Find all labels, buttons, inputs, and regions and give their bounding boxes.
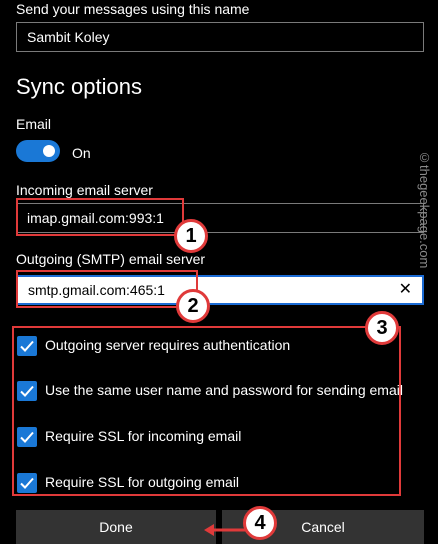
clear-icon[interactable]: ✕ [399, 277, 412, 303]
annotation-badge-3: 3 [365, 311, 399, 345]
email-sync-toggle[interactable] [16, 140, 60, 162]
checkbox-checked[interactable] [17, 427, 37, 447]
email-label: Email [16, 116, 52, 132]
outgoing-server-label: Outgoing (SMTP) email server [16, 251, 206, 267]
checkmark-icon [20, 340, 34, 352]
option-label: Require SSL for incoming email [45, 428, 242, 444]
outgoing-annotation-box [16, 270, 198, 308]
incoming-annotation-box [16, 198, 184, 236]
checkbox-checked[interactable] [17, 336, 37, 356]
checkmark-icon [20, 431, 34, 443]
email-toggle-state: On [72, 145, 91, 161]
option-label: Require SSL for outgoing email [45, 474, 240, 490]
account-name-label: Send your messages using this name [16, 1, 250, 17]
toggle-knob [43, 145, 55, 157]
checkmark-icon [20, 477, 34, 489]
annotation-badge-2: 2 [176, 289, 210, 323]
checkbox-checked[interactable] [17, 473, 37, 493]
sync-options-heading: Sync options [16, 74, 142, 99]
annotation-badge-1: 1 [174, 219, 208, 253]
checkbox-checked[interactable] [17, 381, 37, 401]
incoming-server-label: Incoming email server [16, 182, 153, 198]
watermark-text: ©thegeekpage.com [417, 150, 432, 269]
annotation-badge-4: 4 [243, 506, 277, 540]
account-name-field[interactable]: Sambit Koley [16, 22, 424, 52]
option-label: Outgoing server requires authentication [45, 337, 291, 353]
option-label: Use the same user name and password for … [45, 382, 403, 398]
done-button[interactable]: Done [16, 510, 216, 544]
checkmark-icon [20, 385, 34, 397]
